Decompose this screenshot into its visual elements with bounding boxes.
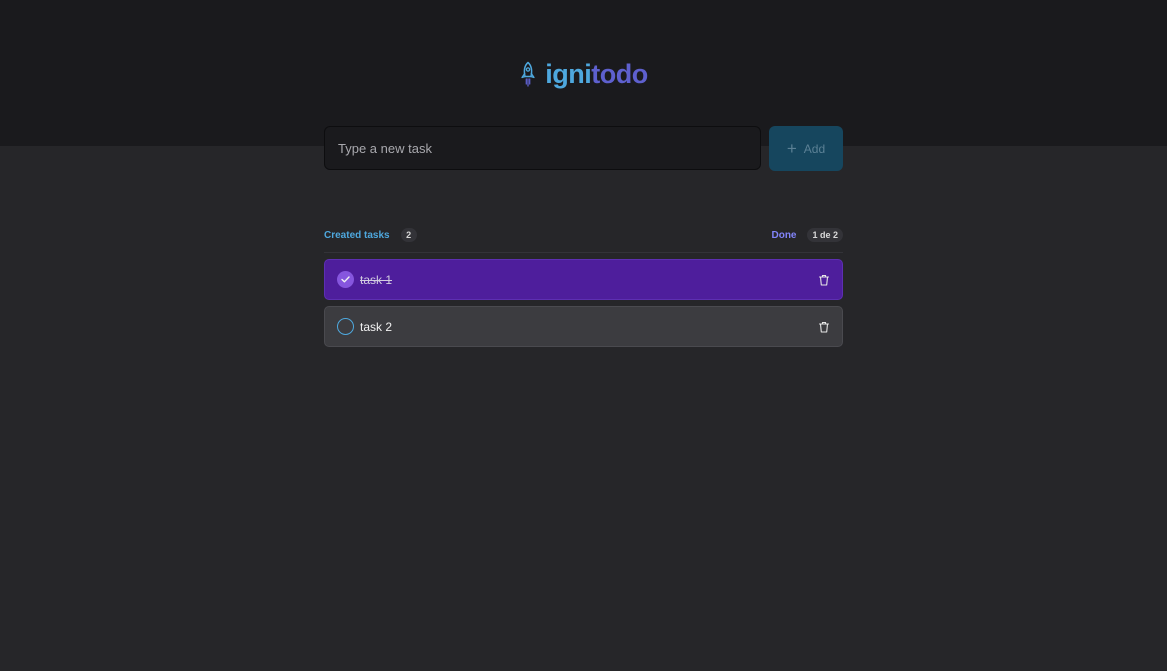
task-item: task 2	[324, 306, 843, 347]
created-tasks-counter: Created tasks 2	[324, 228, 417, 242]
rocket-icon	[521, 61, 535, 87]
task-list: task 1 task 2	[324, 259, 843, 347]
logo-text-igni: igni	[545, 58, 592, 89]
logo-text-todo: todo	[591, 58, 648, 89]
created-tasks-label: Created tasks	[324, 229, 390, 241]
trash-icon[interactable]	[818, 274, 830, 286]
done-tasks-label: Done	[771, 229, 797, 241]
created-tasks-badge: 2	[400, 228, 417, 242]
done-tasks-badge: 1 de 2	[807, 228, 843, 242]
add-task-button[interactable]: + Add	[769, 126, 843, 171]
divider	[324, 252, 843, 253]
task-checkbox-unchecked[interactable]	[337, 318, 354, 335]
check-icon	[341, 276, 350, 283]
task-checkbox-checked[interactable]	[337, 271, 354, 288]
task-text: task 2	[360, 319, 393, 334]
task-text: task 1	[360, 272, 393, 287]
new-task-input[interactable]	[324, 126, 761, 170]
plus-icon: +	[786, 139, 797, 158]
add-button-label: Add	[803, 141, 826, 156]
app-logo: ignitodo	[0, 58, 1167, 90]
task-item: task 1	[324, 259, 843, 300]
new-task-form: + Add	[324, 126, 843, 171]
done-tasks-counter: Done 1 de 2	[771, 228, 843, 242]
tasks-summary: Created tasks 2 Done 1 de 2	[324, 227, 843, 243]
logo-text: ignitodo	[545, 58, 648, 90]
trash-icon[interactable]	[818, 321, 830, 333]
